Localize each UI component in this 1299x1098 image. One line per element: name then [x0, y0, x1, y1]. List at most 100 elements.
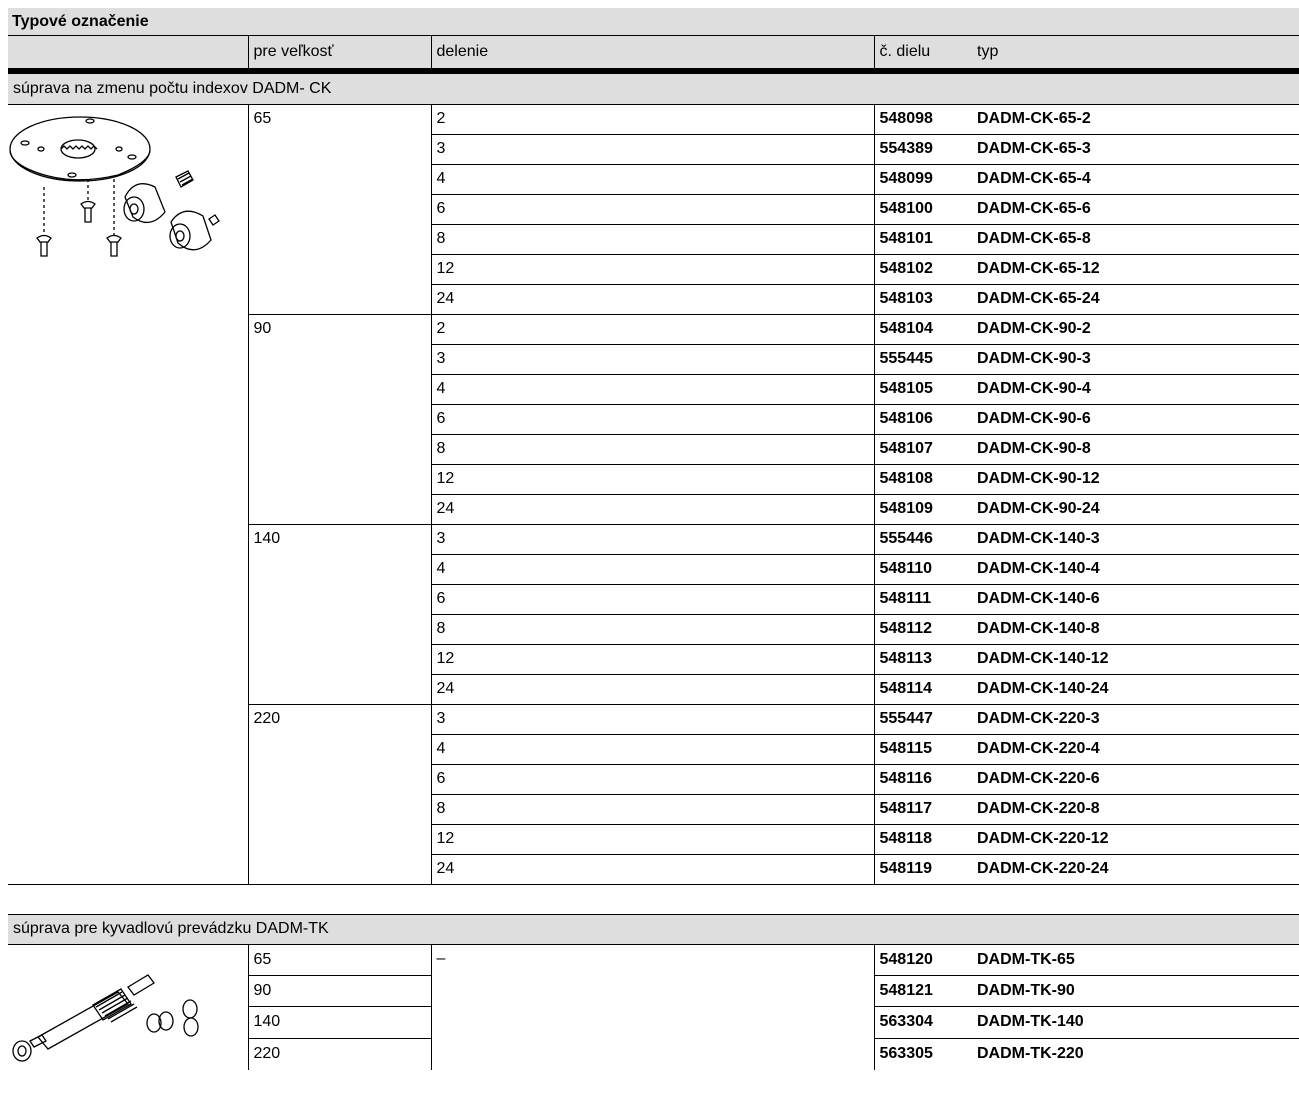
type-cell: DADM-CK-220-24 [977, 860, 1109, 877]
size-cell: 65 [248, 104, 432, 315]
division-cell: 3 [431, 134, 875, 165]
division-cell: 12 [431, 254, 875, 285]
division-cell: 8 [431, 794, 875, 825]
part-number-cell: 548111 [874, 584, 972, 615]
section-ck-body: 65 2 548098 DADM-CK-65-2 3 554389 DADM-CK-65-3… [8, 104, 1299, 884]
type-cell: DADM-TK-65 [972, 944, 1299, 976]
type-cell: DADM-CK-90-6 [972, 404, 1299, 435]
part-number-cell: 548105 [874, 374, 972, 405]
type-cell: DADM-CK-90-12 [972, 464, 1299, 495]
type-cell: DADM-CK-90-2 [972, 314, 1299, 345]
table-title: Typové označenie [8, 8, 1299, 36]
part-number-cell: 548098 [874, 104, 972, 135]
type-cell: DADM-CK-65-2 [972, 104, 1299, 135]
type-cell: DADM-CK-220-4 [972, 734, 1299, 765]
header-type: typ [972, 36, 1299, 68]
header-division: delenie [431, 36, 875, 68]
division-cell: 2 [431, 104, 875, 135]
type-cell: DADM-CK-65-4 [972, 164, 1299, 195]
division-cell: 3 [431, 524, 875, 555]
part-number-cell: 548117 [874, 794, 972, 825]
type-cell: DADM-CK-140-6 [972, 584, 1299, 615]
section-ck-row: súprava na zmenu počtu indexov DADM- CK [8, 74, 1299, 105]
part-number-cell: 548119 [879, 860, 933, 877]
type-cell: DADM-CK-65-3 [972, 134, 1299, 165]
size-cell: 65 [248, 944, 432, 976]
division-cell: 24 [431, 284, 875, 315]
part-number-cell: 548113 [874, 644, 972, 675]
header-row: pre veľkosť delenie č. dielu typ [8, 36, 1299, 68]
size-cell: 90 [248, 975, 432, 1008]
division-cell: 24 [431, 494, 875, 525]
division-cell: 4 [431, 374, 875, 405]
part-number-cell: 548114 [874, 674, 972, 705]
division-cell: 24 [431, 854, 875, 884]
type-cell: DADM-CK-65-8 [972, 224, 1299, 255]
division-cell: 2 [431, 314, 875, 345]
part-number-cell: 548110 [874, 554, 972, 585]
division-cell: 12 [431, 644, 875, 675]
part-number-cell: 548106 [874, 404, 972, 435]
type-cell: DADM-CK-220-8 [972, 794, 1299, 825]
division-cell: 4 [431, 554, 875, 585]
division-cell: 4 [431, 734, 875, 765]
table-row: 65 2 548098 DADM-CK-65-2 [8, 104, 1299, 884]
division-cell: 12 [431, 824, 875, 855]
section-tk-body: 65–548120 DADM-TK-65 90 548121 DADM-TK-90 140… [8, 944, 1299, 1070]
spacer-row [8, 883, 1299, 914]
pendulum-kit-icon [12, 973, 199, 1062]
size-cell: 140 [248, 1006, 432, 1039]
part-number-cell: 548103 [874, 284, 972, 315]
section-tk-label: súprava pre kyvadlovú prevádzku DADM-TK [8, 913, 1299, 945]
part-number-cell: 548108 [874, 464, 972, 495]
type-cell: DADM-TK-140 [972, 1006, 1299, 1039]
ck-image-cell [8, 104, 249, 884]
ordering-table: pre veľkosť delenie č. dielu typ súprava… [8, 36, 1299, 1070]
part-number-cell: 548109 [874, 494, 972, 525]
type-cell: DADM-CK-90-24 [972, 494, 1299, 525]
tk-image-cell [8, 944, 249, 1070]
part-number-cell: 548121 [874, 975, 972, 1008]
division-cell: 8 [431, 434, 875, 465]
table-row: 65–548120 DADM-TK-65 [8, 944, 1299, 1070]
section-ck-label: súprava na zmenu počtu indexov DADM- CK [8, 74, 1299, 105]
type-cell: DADM-CK-140-24 [972, 674, 1299, 705]
index-plate-kit-icon [9, 115, 220, 257]
division-cell: – [431, 944, 875, 1070]
part-number-cell: 548115 [874, 734, 972, 765]
part-number-cell: 548104 [874, 314, 972, 345]
part-number-cell: 563305 [879, 1045, 933, 1063]
part-number-cell: 563304 [874, 1006, 972, 1039]
division-cell: 24 [431, 674, 875, 705]
type-cell: DADM-CK-65-24 [972, 284, 1299, 315]
division-cell: 3 [431, 704, 875, 735]
type-cell: DADM-CK-140-4 [972, 554, 1299, 585]
division-cell: 6 [431, 764, 875, 795]
type-cell: DADM-TK-90 [972, 975, 1299, 1008]
part-number-cell: 548116 [874, 764, 972, 795]
size-cell: 220 [248, 704, 432, 884]
division-cell: 6 [431, 584, 875, 615]
division-cell: 8 [431, 224, 875, 255]
division-cell: 12 [431, 464, 875, 495]
part-number-cell: 555447 [874, 704, 972, 735]
part-number-cell: 548100 [874, 194, 972, 225]
header-image-col [8, 36, 249, 68]
type-cell: DADM-CK-90-3 [972, 344, 1299, 375]
type-cell: DADM-CK-65-12 [972, 254, 1299, 285]
type-cell: DADM-CK-220-6 [972, 764, 1299, 795]
type-cell: DADM-CK-65-6 [972, 194, 1299, 225]
part-number-cell: 548120 [874, 944, 972, 976]
type-cell: DADM-CK-90-4 [972, 374, 1299, 405]
product-table-document: Typové označenie pre veľkosť delenie č. … [8, 8, 1299, 1070]
part-number-cell: 554389 [874, 134, 972, 165]
type-cell: DADM-CK-90-8 [972, 434, 1299, 465]
type-cell: DADM-CK-220-12 [972, 824, 1299, 855]
part-number-cell: 548101 [874, 224, 972, 255]
size-cell: 220 [248, 1038, 432, 1070]
part-number-cell: 548112 [874, 614, 972, 645]
part-number-cell: 555446 [874, 524, 972, 555]
type-cell: DADM-TK-220 [977, 1045, 1084, 1063]
part-number-cell: 548102 [874, 254, 972, 285]
type-cell: DADM-CK-140-8 [972, 614, 1299, 645]
